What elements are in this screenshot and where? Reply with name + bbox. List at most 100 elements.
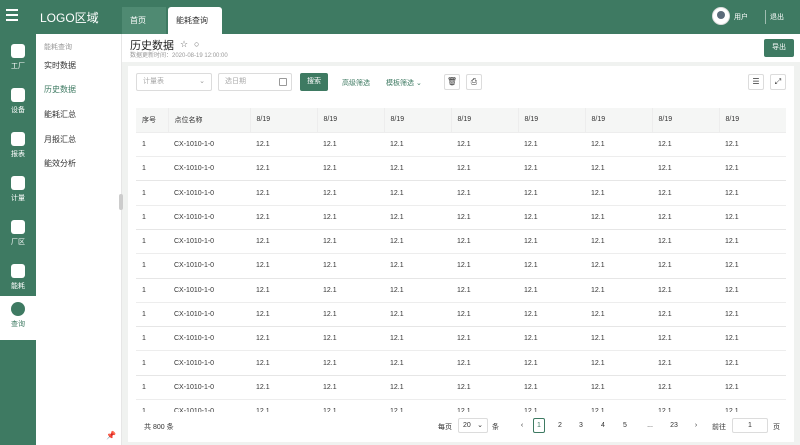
table-cell: 12.1 — [451, 399, 518, 412]
page-ellipsis[interactable]: ... — [644, 422, 656, 429]
table-cell: 12.1 — [585, 180, 652, 206]
submenu-item-history[interactable]: 历史数据 — [44, 84, 76, 95]
submenu-item-summary[interactable]: 能耗汇总 — [44, 109, 76, 120]
table-row[interactable]: 1 CX-1010-1-0 12.1 12.1 12.1 12.1 12.1 12.1 12.1… — [136, 205, 786, 230]
delete-icon[interactable]: 🗑 — [444, 74, 460, 90]
meter-select[interactable]: 计量表 ⌄ — [136, 73, 212, 91]
column-header-date[interactable]: 8/19 — [719, 108, 786, 133]
column-header-date[interactable]: 8/19 — [250, 108, 318, 133]
meter-icon — [11, 176, 25, 190]
table-row[interactable]: 1 CX-1010-1-0 12.1 12.1 12.1 12.1 12.1 12.1 12.1… — [136, 375, 786, 401]
goto-label: 前往 — [712, 424, 726, 431]
table-cell: 12.1 — [585, 326, 652, 352]
table-cell: 12.1 — [317, 399, 384, 412]
user-name[interactable]: 用户 — [734, 12, 748, 22]
tab-home[interactable]: 首页✕ — [122, 7, 166, 52]
table-cell: 12.1 — [451, 229, 518, 255]
table-cell: 12.1 — [652, 302, 719, 328]
table-cell: 12.1 — [451, 278, 518, 303]
table-header-row: 序号 点位名称 8/19 8/19 8/19 8/19 8/19 8/19 8/19 8/19 — [136, 108, 786, 133]
table-row[interactable]: 1 CX-1010-1-0 12.1 12.1 12.1 12.1 12.1 12.1 12.1… — [136, 229, 786, 255]
print-icon[interactable]: ⎙ — [466, 74, 482, 90]
sidebar-item-label: 查询 — [11, 321, 25, 328]
table-cell: 12.1 — [384, 253, 451, 279]
advanced-filter-link[interactable]: 高级筛选 — [342, 78, 370, 88]
column-header-date[interactable]: 8/19 — [384, 108, 452, 133]
fullscreen-icon[interactable]: ⤢ — [770, 74, 786, 90]
sidebar-item-factory[interactable]: 工厂 — [0, 38, 36, 82]
sidebar-item-plant[interactable]: 厂区 — [0, 214, 36, 258]
page-button[interactable]: 4 — [597, 422, 609, 429]
search-button[interactable]: 搜索 — [300, 73, 328, 91]
table-cell: CX-1010-1-0 — [168, 375, 250, 401]
table-row[interactable]: 1 CX-1010-1-0 12.1 12.1 12.1 12.1 12.1 12.1 12.1… — [136, 326, 786, 352]
column-header-date[interactable]: 8/19 — [652, 108, 720, 133]
page-button[interactable]: 5 — [619, 422, 631, 429]
refresh-icon[interactable]: ○ — [194, 39, 199, 49]
sidebar-item-device[interactable]: 设备 — [0, 82, 36, 126]
energy-icon — [11, 264, 25, 278]
table-cell: 12.1 — [384, 375, 451, 401]
logout-button[interactable]: 退出 — [770, 12, 784, 22]
template-filter-link[interactable]: 模板筛选 ⌄ — [386, 78, 422, 88]
tab-energy-query[interactable]: 能耗查询✕ — [168, 7, 222, 52]
table-cell: 12.1 — [719, 180, 786, 206]
sidebar-item-query[interactable]: 查询 — [0, 296, 36, 340]
menu-icon[interactable] — [6, 9, 18, 21]
sidebar-item-report[interactable]: 报表 — [0, 126, 36, 170]
column-header-index[interactable]: 序号 — [136, 108, 169, 133]
sidebar-item-meter[interactable]: 计量 — [0, 170, 36, 214]
table-cell: 12.1 — [518, 326, 585, 352]
star-icon[interactable]: ☆ — [180, 39, 188, 50]
page-button[interactable]: 1 — [533, 418, 545, 433]
table-row[interactable]: 1 CX-1010-1-0 12.1 12.1 12.1 12.1 12.1 12.1 12.1… — [136, 399, 786, 412]
table-row[interactable]: 1 CX-1010-1-0 12.1 12.1 12.1 12.1 12.1 12.1 12.1… — [136, 156, 786, 182]
table-cell: 12.1 — [652, 156, 719, 182]
prev-page-icon[interactable]: ‹ — [516, 422, 528, 429]
table-cell: 12.1 — [652, 326, 719, 352]
tab-label: 能耗查询 — [176, 16, 208, 25]
table-cell: 12.1 — [585, 156, 652, 182]
page-button[interactable]: 2 — [554, 422, 566, 429]
table-cell: 12.1 — [719, 205, 786, 230]
avatar[interactable] — [712, 7, 730, 25]
table-cell: 12.1 — [585, 375, 652, 401]
per-page-select[interactable]: 20 ⌄ — [458, 418, 488, 433]
column-header-date[interactable]: 8/19 — [518, 108, 586, 133]
collapse-handle[interactable] — [119, 194, 123, 210]
table-row[interactable]: 1 CX-1010-1-0 12.1 12.1 12.1 12.1 12.1 12.1 12.1… — [136, 302, 786, 328]
table-cell: 12.1 — [384, 302, 451, 328]
table-cell: 12.1 — [317, 278, 384, 303]
table-cell: 12.1 — [652, 278, 719, 303]
column-header-date[interactable]: 8/19 — [317, 108, 385, 133]
goto-page-input[interactable]: 1 — [732, 418, 768, 433]
columns-settings-icon[interactable]: ☰ — [748, 74, 764, 90]
table-row[interactable]: 1 CX-1010-1-0 12.1 12.1 12.1 12.1 12.1 12.1 12.1… — [136, 278, 786, 303]
column-header-date[interactable]: 8/19 — [451, 108, 519, 133]
submenu-item-realtime[interactable]: 实时数据 — [44, 60, 76, 71]
submenu-title: 能耗查询 — [44, 44, 72, 51]
query-icon — [11, 302, 25, 316]
total-count: 共 800 条 — [144, 424, 174, 431]
table-row[interactable]: 1 CX-1010-1-0 12.1 12.1 12.1 12.1 12.1 12.1 12.1… — [136, 180, 786, 206]
table-cell: 12.1 — [317, 156, 384, 182]
calendar-icon — [279, 78, 287, 86]
page-button[interactable]: 23 — [666, 422, 682, 429]
table-cell: 12.1 — [317, 326, 384, 352]
column-header-point-name[interactable]: 点位名称 — [168, 108, 251, 133]
table-cell: CX-1010-1-0 — [168, 180, 250, 206]
column-header-date[interactable]: 8/19 — [585, 108, 653, 133]
table-row[interactable]: 1 CX-1010-1-0 12.1 12.1 12.1 12.1 12.1 12.1 12.1… — [136, 350, 786, 376]
export-button[interactable]: 导出 — [764, 39, 794, 57]
table-row[interactable]: 1 CX-1010-1-0 12.1 12.1 12.1 12.1 12.1 12.1 12.1… — [136, 132, 786, 158]
sidebar-item-label: 厂区 — [11, 239, 25, 246]
date-picker[interactable]: 选日期 — [218, 73, 292, 91]
next-page-icon[interactable]: › — [690, 422, 702, 429]
table-row[interactable]: 1 CX-1010-1-0 12.1 12.1 12.1 12.1 12.1 12.1 12.1… — [136, 253, 786, 279]
chevron-down-icon: ⌄ — [199, 78, 205, 85]
pin-icon[interactable]: 📌 — [106, 431, 116, 440]
page-button[interactable]: 3 — [575, 422, 587, 429]
table-cell: 12.1 — [250, 156, 317, 182]
submenu-item-monthly[interactable]: 月报汇总 — [44, 134, 76, 145]
submenu-item-analysis[interactable]: 能效分析 — [44, 158, 76, 169]
